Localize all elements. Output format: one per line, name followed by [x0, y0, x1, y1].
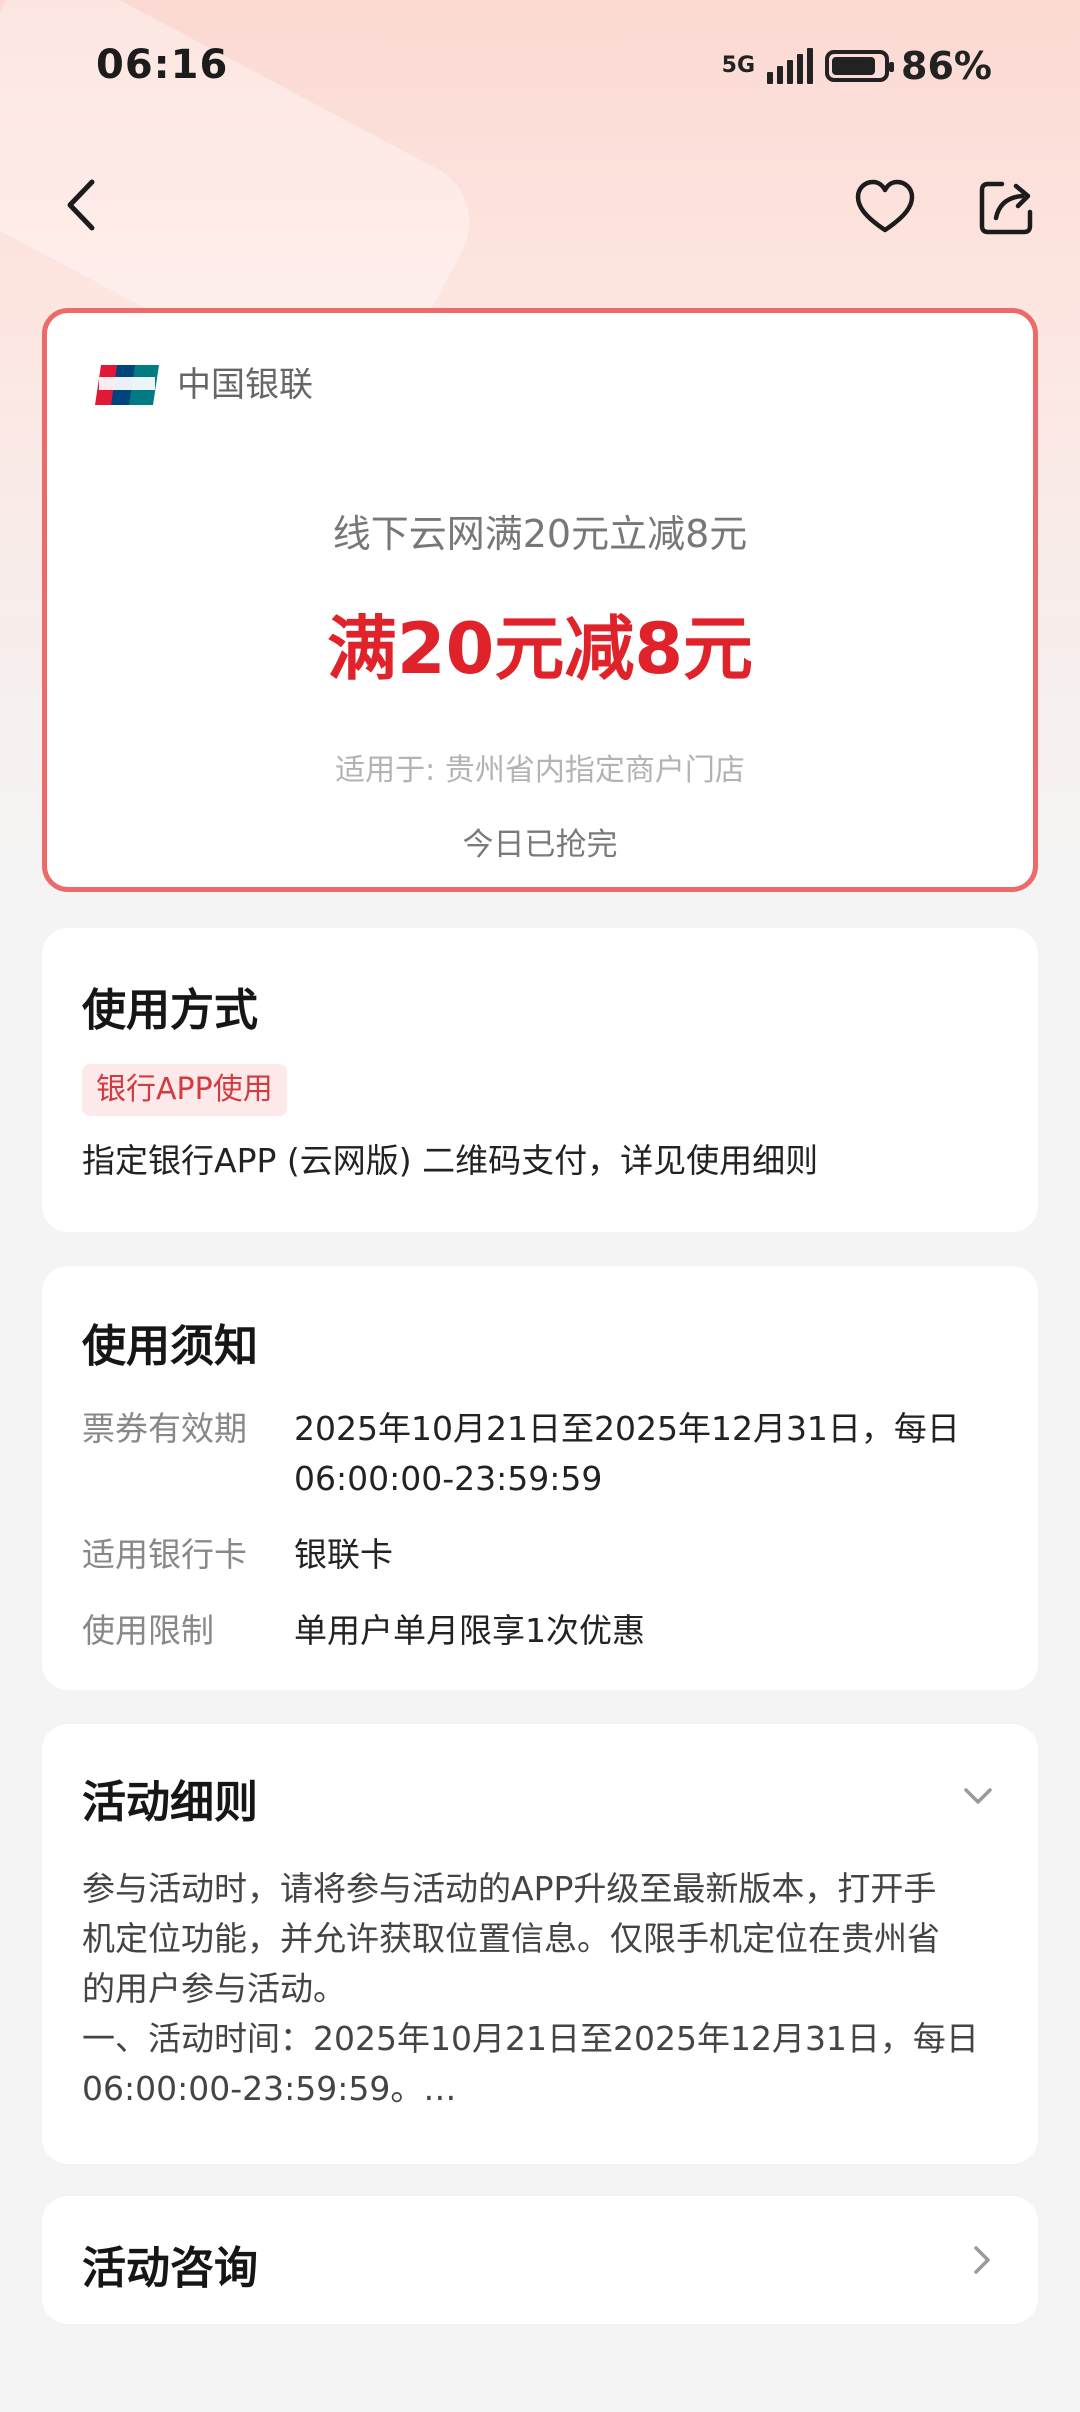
rules-line-1: 参与活动时，请将参与活动的APP升级至最新版本，打开手 [82, 1869, 937, 1908]
top-nav [0, 160, 1080, 250]
back-button[interactable] [50, 170, 120, 240]
status-bar: 06:16 5G 86% [0, 0, 1080, 135]
coupon-scope: 适用于: 贵州省内指定商户门店 [335, 753, 745, 788]
consult-title: 活动咨询 [82, 2243, 258, 2294]
validity-time: 06:00:00-23:59:59 [294, 1459, 603, 1498]
battery-icon [825, 50, 895, 82]
limit-value: 单用户单月限享1次优惠 [294, 1611, 645, 1650]
share-button[interactable] [972, 172, 1042, 242]
chevron-right-icon [974, 2246, 990, 2274]
rules-card[interactable]: 活动细则 参与活动时，请将参与活动的APP升级至最新版本，打开手 机定位功能，并… [42, 1724, 1038, 2164]
coupon-title: 线下云网满20元立减8元 [332, 512, 748, 556]
card-type-value: 银联卡 [294, 1535, 393, 1574]
coupon-status: 今日已抢完 [462, 827, 618, 863]
rules-line-2: 机定位功能，并允许获取位置信息。仅限手机定位在贵州省 [82, 1919, 940, 1958]
notice-title: 使用须知 [82, 1321, 258, 1372]
usage-card: 使用方式 银行APP使用 指定银行APP (云网版) 二维码支付，详见使用细则 [42, 928, 1038, 1232]
limit-label: 使用限制 [82, 1611, 214, 1650]
coupon-amount: 满20元减8元 [326, 608, 754, 690]
consult-row[interactable]: 活动咨询 [42, 2196, 1038, 2324]
usage-description: 指定银行APP (云网版) 二维码支付，详见使用细则 [82, 1141, 819, 1180]
bank-name: 中国银联 [177, 365, 313, 405]
usage-title: 使用方式 [82, 985, 258, 1036]
notice-card: 使用须知 票券有效期 2025年10月21日至2025年12月31日，每日 06… [42, 1266, 1038, 1690]
usage-tag: 银行APP使用 [82, 1064, 287, 1116]
chevron-down-icon[interactable] [956, 1774, 1000, 1818]
card-type-label: 适用银行卡 [82, 1535, 247, 1574]
network-type: 5G [721, 53, 756, 78]
status-icons: 5G 86% [722, 44, 992, 88]
unionpay-logo-icon [95, 365, 159, 405]
heart-icon [855, 179, 915, 233]
favorite-button[interactable] [850, 172, 920, 242]
validity-value: 2025年10月21日至2025年12月31日，每日 [294, 1409, 960, 1448]
share-icon [979, 181, 1033, 235]
rules-line-3: 的用户参与活动。 [82, 1969, 346, 2008]
rules-title: 活动细则 [82, 1777, 258, 1828]
rules-line-4: 一、活动时间：2025年10月21日至2025年12月31日，每日 [82, 2019, 979, 2058]
rules-line-5: 06:00:00-23:59:59。… [82, 2069, 457, 2108]
battery-percent: 86% [901, 44, 992, 88]
chevron-left-icon [67, 179, 95, 231]
status-time: 06:16 [96, 42, 229, 88]
validity-label: 票券有效期 [82, 1409, 247, 1448]
signal-icon [767, 48, 814, 84]
coupon-card: 中国银联 线下云网满20元立减8元 满20元减8元 适用于: 贵州省内指定商户门… [42, 308, 1038, 892]
